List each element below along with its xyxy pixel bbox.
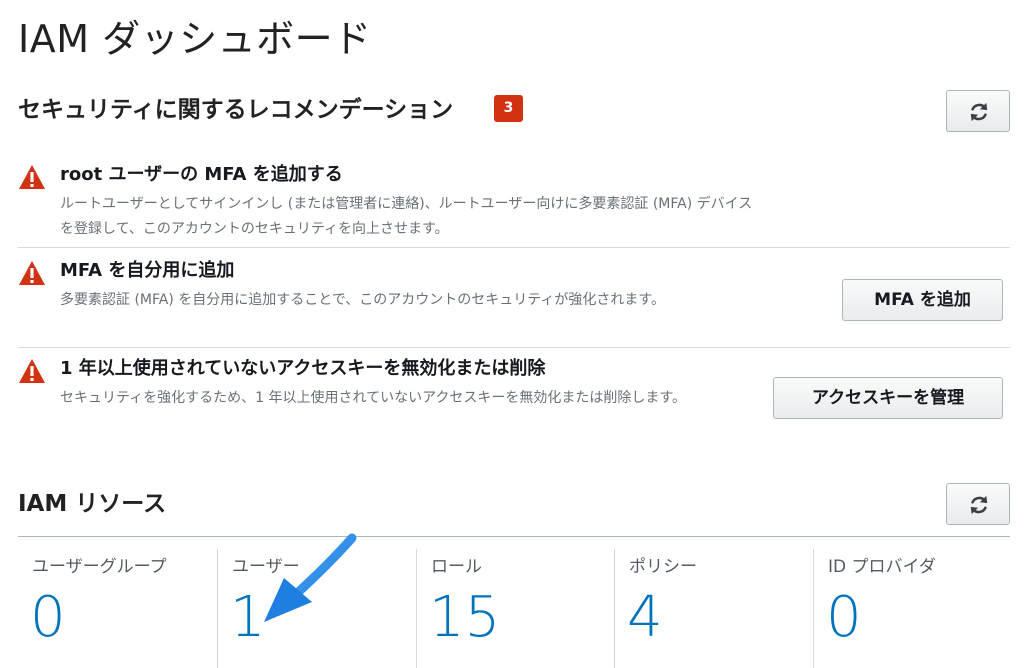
refresh-recommendations-button[interactable]	[946, 90, 1010, 132]
warning-icon	[19, 359, 45, 383]
resource-count-link[interactable]: 0	[826, 585, 862, 650]
resource-count-link[interactable]: 4	[627, 585, 663, 650]
resource-label: ユーザー	[232, 557, 300, 577]
add-mfa-button[interactable]: MFA を追加	[842, 279, 1003, 321]
recommendation-title: root ユーザーの MFA を追加する	[60, 164, 343, 185]
resource-label: ポリシー	[629, 557, 697, 577]
recommendation-description: 多要素認証 (MFA) を自分用に追加することで、このアカウントのセキュリティが…	[60, 292, 666, 308]
resource-label: ユーザーグループ	[32, 557, 167, 577]
resource-roles: ロール 15	[416, 549, 615, 668]
recommendation-title: 1 年以上使用されていないアクセスキーを無効化または削除	[60, 358, 546, 379]
recommendation-item: root ユーザーの MFA を追加する ルートユーザーとしてサインインし (ま…	[18, 160, 1010, 248]
refresh-icon	[970, 102, 988, 122]
resource-label: ID プロバイダ	[828, 557, 936, 577]
page-title: IAM ダッシュボード	[18, 17, 372, 61]
refresh-resources-button[interactable]	[946, 483, 1010, 525]
manage-access-keys-button[interactable]: アクセスキーを管理	[773, 377, 1003, 419]
resource-users: ユーザー 1	[217, 549, 416, 668]
warning-icon	[19, 261, 45, 285]
recommendation-description: セキュリティを強化するため、1 年以上使用されていないアクセスキーを無効化または…	[60, 390, 686, 406]
refresh-icon	[970, 495, 988, 515]
resource-label: ロール	[431, 557, 482, 577]
warning-icon	[19, 165, 45, 189]
resources-divider	[18, 536, 1010, 537]
resource-count-link[interactable]: 15	[429, 585, 500, 650]
resources-heading: IAM リソース	[18, 491, 167, 517]
resource-policies: ポリシー 4	[614, 549, 813, 668]
recommendations-heading: セキュリティに関するレコメンデーション	[18, 97, 454, 123]
recommendation-description: ルートユーザーとしてサインインし (または管理者に連絡)、ルートユーザー向けに多…	[60, 196, 753, 237]
resource-count-link[interactable]: 0	[30, 585, 66, 650]
recommendation-count-badge: 3	[494, 95, 523, 122]
resource-identity-providers: ID プロバイダ 0	[813, 549, 1012, 668]
resource-user-groups: ユーザーグループ 0	[18, 549, 217, 668]
recommendation-title: MFA を自分用に追加	[60, 260, 235, 281]
resource-count-link[interactable]: 1	[230, 585, 266, 650]
